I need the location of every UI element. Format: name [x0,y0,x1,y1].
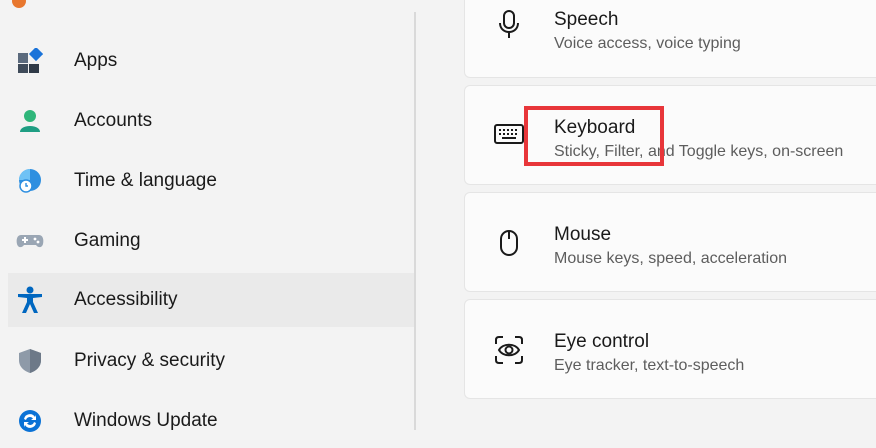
speech-card[interactable]: Speech Voice access, voice typing [464,0,876,78]
card-subtitle: Eye tracker, text-to-speech [554,357,745,374]
card-subtitle: Sticky, Filter, and Toggle keys, on-scre… [554,143,844,160]
sidebar-item-label: Accounts [74,110,153,131]
sidebar-item-windows-update[interactable]: Windows Update [8,394,414,448]
sidebar-item-label: Apps [74,50,118,71]
eye-control-card[interactable]: Eye control Eye tracker, text-to-speech [464,299,876,399]
card-subtitle: Voice access, voice typing [554,35,741,52]
update-icon [16,407,44,435]
sidebar-item-label: Time & language [74,170,217,191]
shield-icon [16,347,44,375]
microphone-icon [491,7,527,43]
sidebar-item-label: Privacy & security [74,350,225,371]
sidebar-item-accessibility[interactable]: Accessibility [8,273,414,327]
mouse-icon [491,225,527,261]
keyboard-card[interactable]: Keyboard Sticky, Filter, and Toggle keys… [464,85,876,185]
gamepad-icon [16,227,44,255]
card-subtitle: Mouse keys, speed, acceleration [554,250,788,267]
sidebar-item-gaming[interactable]: Gaming [8,214,414,268]
card-title: Mouse [554,224,612,245]
sidebar-item-label: Accessibility [74,289,178,310]
sidebar-item-time-language[interactable]: Time & language [8,154,414,208]
mouse-card[interactable]: Mouse Mouse keys, speed, acceleration [464,192,876,292]
sidebar-item-privacy-security[interactable]: Privacy & security [8,334,414,388]
card-title: Keyboard [554,117,636,138]
accessibility-icon [16,286,44,314]
eye-control-icon [491,332,527,368]
sidebar-item-label: Gaming [74,230,141,251]
card-title: Speech [554,9,619,30]
sidebar-item-accounts[interactable]: Accounts [8,94,414,148]
accounts-icon [16,107,44,135]
keyboard-icon [491,116,527,152]
sidebar-item-label: Windows Update [74,410,218,431]
sidebar-item-apps[interactable]: Apps [8,34,414,88]
apps-icon [16,47,44,75]
card-title: Eye control [554,331,650,352]
settings-sidebar: Apps Accounts Time & language Gaming Acc… [0,0,414,432]
partial-nav-icon [12,0,26,8]
accessibility-content-pane: Speech Voice access, voice typing Keyboa… [416,0,876,430]
globe-clock-icon [16,167,44,195]
